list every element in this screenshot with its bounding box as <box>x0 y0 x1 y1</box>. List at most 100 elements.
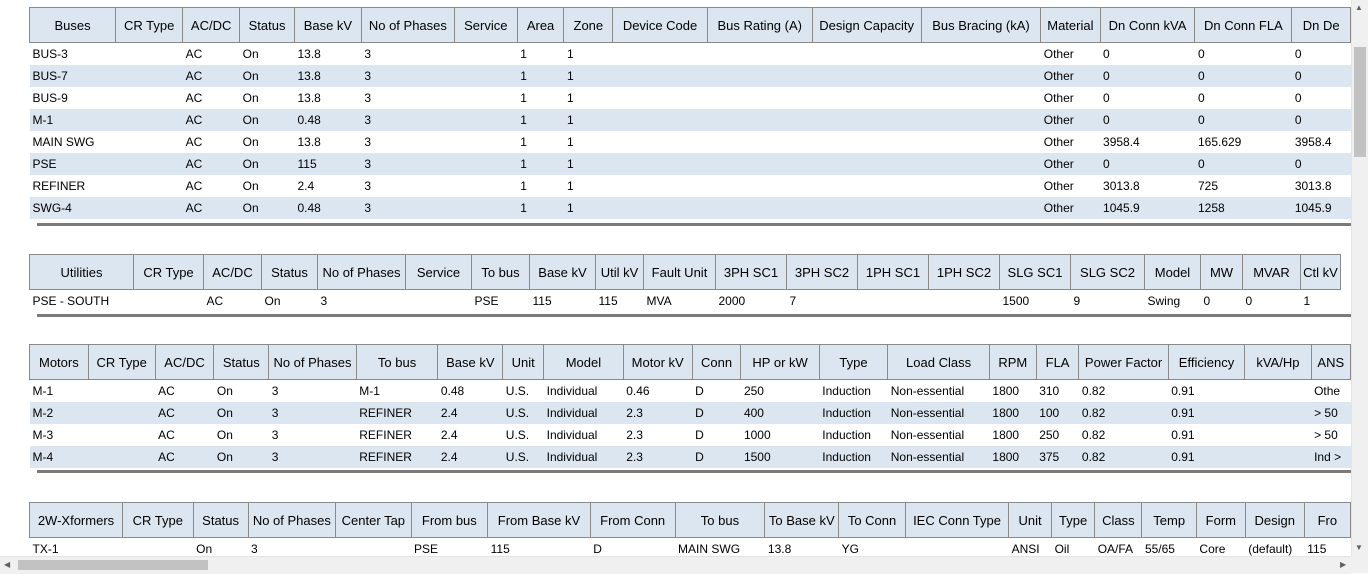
table-cell[interactable] <box>1245 380 1311 403</box>
buses-column-header[interactable]: Status <box>239 7 295 43</box>
utilities-column-header[interactable]: Ctl kV <box>1300 254 1341 290</box>
table-row[interactable]: TX-1 On 3 PSE 115 D MAIN SWG 13.8 YG ANSI Oil OA/FA… <box>30 538 1351 557</box>
table-cell[interactable]: AC <box>155 380 214 403</box>
buses-column-header[interactable]: Base kV <box>293 7 362 43</box>
scroll-right-arrow-icon[interactable]: ▶ <box>1340 561 1346 569</box>
buses-column-header[interactable]: Dn Conn FLA <box>1194 7 1293 43</box>
table-cell[interactable] <box>921 65 1041 87</box>
table-cell[interactable]: 3 <box>361 153 455 175</box>
table-cell[interactable]: REFINER <box>30 175 116 197</box>
buses-column-header[interactable]: Dn Conn kVA <box>1099 7 1196 43</box>
table-cell[interactable]: 2.3 <box>623 446 693 468</box>
table-row[interactable]: MAIN SWG AC On 13.8 3 1 1 Other 3958.4 165.629 395… <box>30 131 1351 153</box>
table-cell[interactable]: 0.82 <box>1079 380 1168 403</box>
table-cell[interactable] <box>454 43 517 66</box>
xformers-column-header[interactable]: From bus <box>410 502 489 538</box>
table-cell[interactable]: 1 <box>563 197 613 219</box>
table-cell[interactable]: 0 <box>1194 153 1292 175</box>
table-cell[interactable]: D <box>590 538 675 556</box>
utilities-column-header[interactable]: 3PH SC2 <box>786 254 858 290</box>
table-cell[interactable]: 0.91 <box>1168 446 1245 468</box>
table-cell[interactable]: 3 <box>361 175 454 197</box>
table-cell[interactable]: 1 <box>1301 290 1341 313</box>
table-row[interactable]: M-1 AC On 3 M-1 0.48 U.S. Individual 0.46 D 250 Ind… <box>30 380 1351 403</box>
table-cell[interactable]: 310 <box>1036 380 1079 403</box>
table-cell[interactable]: 1500 <box>1000 290 1071 313</box>
table-row[interactable]: M-1 AC On 0.48 3 1 1 Other 0 0 0 <box>29 109 1351 131</box>
table-cell[interactable]: Induction <box>819 446 888 468</box>
motors-column-header[interactable]: CR Type <box>87 344 156 380</box>
table-cell[interactable]: 3 <box>361 197 455 219</box>
xformers-column-header[interactable]: To Base kV <box>764 502 840 538</box>
table-cell[interactable]: 100 <box>1036 402 1079 424</box>
table-cell[interactable]: On <box>239 109 295 131</box>
table-cell[interactable]: D <box>692 380 741 403</box>
table-cell[interactable]: AC <box>183 175 240 197</box>
table-cell[interactable]: Individual <box>543 402 624 424</box>
table-cell[interactable]: 0.91 <box>1168 402 1245 424</box>
table-cell[interactable]: BUS-9 <box>30 87 116 109</box>
table-cell[interactable]: Swing <box>1145 290 1201 313</box>
buses-column-header[interactable]: Zone <box>563 7 614 43</box>
table-cell[interactable]: On <box>240 175 295 197</box>
table-cell[interactable]: 375 <box>1036 446 1079 468</box>
table-cell[interactable]: Individual <box>544 380 624 403</box>
table-cell[interactable]: 0.91 <box>1168 380 1245 403</box>
xformers-column-header[interactable]: To Conn <box>838 502 906 538</box>
table-cell[interactable] <box>123 538 194 557</box>
table-cell[interactable] <box>921 131 1041 153</box>
table-cell[interactable]: 1 <box>517 153 564 175</box>
table-cell[interactable] <box>812 87 921 109</box>
table-cell[interactable]: 0 <box>1292 87 1351 109</box>
table-cell[interactable] <box>454 175 517 197</box>
table-cell[interactable]: 1 <box>563 109 613 131</box>
table-cell[interactable]: 250 <box>741 380 819 403</box>
table-row[interactable]: M-2 AC On 3 REFINER 2.4 U.S. Individual 2.3 D 400 I… <box>29 402 1351 424</box>
buses-column-header[interactable]: Buses <box>28 7 117 43</box>
table-cell[interactable] <box>134 290 204 313</box>
table-cell[interactable]: 2.4 <box>438 424 503 446</box>
utilities-column-header[interactable]: CR Type <box>133 254 204 290</box>
table-cell[interactable]: 3 <box>268 402 357 424</box>
table-cell[interactable] <box>812 131 921 153</box>
table-cell[interactable]: 1 <box>517 197 564 219</box>
table-cell[interactable] <box>707 131 812 153</box>
table-cell[interactable]: M-1 <box>30 380 89 403</box>
xformers-column-header[interactable]: To bus <box>674 502 766 538</box>
scroll-up-arrow-icon[interactable]: ▲ <box>1355 4 1363 12</box>
table-cell[interactable] <box>921 197 1041 219</box>
table-cell[interactable]: ANSI <box>1009 538 1052 556</box>
table-cell[interactable]: 0 <box>1100 109 1195 131</box>
table-cell[interactable]: Oil <box>1052 538 1095 556</box>
table-cell[interactable]: AC <box>183 131 240 153</box>
motors-column-header[interactable]: Type <box>818 344 889 380</box>
table-cell[interactable]: On <box>214 424 269 446</box>
table-cell[interactable] <box>707 109 813 131</box>
xformers-column-header[interactable]: From Base kV <box>487 502 591 538</box>
table-cell[interactable] <box>613 87 708 109</box>
table-cell[interactable] <box>613 175 708 197</box>
table-cell[interactable]: 1 <box>564 131 613 153</box>
utilities-column-header[interactable]: SLG SC1 <box>999 254 1071 290</box>
table-cell[interactable] <box>454 109 518 131</box>
buses-column-header[interactable]: AC/DC <box>182 7 241 43</box>
table-cell[interactable]: AC <box>183 43 240 66</box>
table-cell[interactable]: Induction <box>819 402 888 424</box>
table-cell[interactable]: 0.48 <box>294 197 362 219</box>
table-cell[interactable]: M-4 <box>29 446 89 468</box>
table-cell[interactable] <box>613 131 708 153</box>
table-cell[interactable]: REFINER <box>356 446 438 468</box>
table-cell[interactable]: 3 <box>269 380 357 403</box>
table-cell[interactable]: REFINER <box>356 424 438 446</box>
table-cell[interactable]: 0 <box>1292 43 1351 66</box>
table-cell[interactable]: 13.8 <box>294 43 361 66</box>
table-cell[interactable]: REFINER <box>356 402 438 424</box>
motors-column-header[interactable]: kVA/Hp <box>1244 344 1312 380</box>
table-cell[interactable]: MAIN SWG <box>675 538 765 556</box>
table-cell[interactable]: U.S. <box>502 446 544 468</box>
table-cell[interactable] <box>707 197 813 219</box>
table-cell[interactable]: 0.91 <box>1168 424 1245 446</box>
table-cell[interactable]: 115 <box>596 290 644 313</box>
table-cell[interactable] <box>612 109 708 131</box>
utilities-column-header[interactable]: AC/DC <box>203 254 262 290</box>
